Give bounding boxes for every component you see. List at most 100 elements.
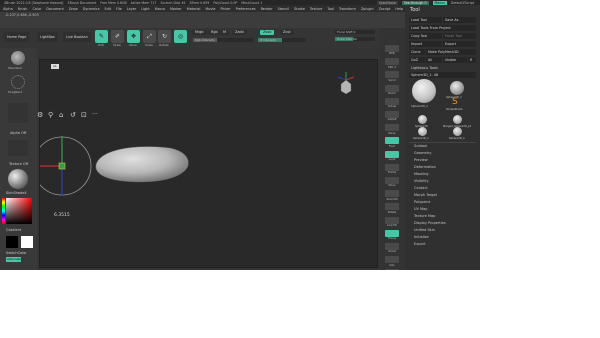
tool-thumb-7[interactable] <box>453 127 462 136</box>
subpalette-deformation[interactable]: Deformation <box>414 165 436 169</box>
rgb-button[interactable]: Rgb <box>208 30 221 35</box>
subpalette-contact[interactable]: Contact <box>414 186 428 190</box>
alternate-button[interactable]: Alternate <box>6 257 21 262</box>
menu-movie[interactable]: Movie <box>205 7 215 11</box>
subpalette-morph-target[interactable]: Morph Target <box>414 193 437 197</box>
paste-tool-button[interactable]: Paste Tool <box>443 33 476 39</box>
menu-texture[interactable]: Texture <box>310 7 322 11</box>
load-tool-button[interactable]: Load Tool <box>409 17 442 23</box>
tool-thumb-6[interactable] <box>418 127 427 136</box>
right-tray-button-floor[interactable] <box>385 137 399 145</box>
tool-thumb-2[interactable] <box>450 81 464 95</box>
menu-draw[interactable]: Draw <box>69 7 78 11</box>
focal-shift-slider[interactable]: Focal Shift 0 <box>335 30 375 34</box>
export-button[interactable]: Export <box>443 41 476 47</box>
menu-stencil[interactable]: Stencil <box>278 7 289 11</box>
right-tray-button-zoom[interactable] <box>385 84 399 92</box>
brush-thumbnail[interactable] <box>11 51 25 65</box>
menu-help[interactable]: Help <box>395 7 403 11</box>
goz-all-button[interactable]: All <box>426 57 442 63</box>
switch-color-button[interactable]: SwitchColor <box>6 251 27 255</box>
tool-thumb-4[interactable] <box>418 115 427 124</box>
subpalette-texture-map[interactable]: Texture Map <box>414 214 435 218</box>
current-tool-slider[interactable]: Sphere3D_1. 48 <box>409 72 476 78</box>
menu-tool[interactable]: Tool <box>327 7 334 11</box>
right-tray-button-local[interactable] <box>385 150 399 158</box>
menu-edit[interactable]: Edit <box>104 7 111 11</box>
right-tray-button-line-fill[interactable] <box>385 216 399 224</box>
quicksave-button[interactable]: QuickSave <box>376 0 398 5</box>
menu-document[interactable]: Document <box>46 7 64 11</box>
menu-file[interactable]: File <box>116 7 122 11</box>
menu-zscript[interactable]: Zscript <box>379 7 391 11</box>
main-color-swatch[interactable] <box>6 236 18 248</box>
menu-render[interactable]: Render <box>261 7 273 11</box>
tool-thumb-5[interactable] <box>453 115 462 124</box>
menu-dynamics[interactable]: Dynamics <box>83 7 100 11</box>
gizmo-reset-icon[interactable]: ↺ <box>70 111 76 119</box>
menu-layer[interactable]: Layer <box>127 7 136 11</box>
goz-visible-button[interactable]: Visible <box>443 57 467 63</box>
right-tray-button-bpr[interactable] <box>385 45 399 52</box>
mrgb-button[interactable]: Mrgb <box>192 30 207 35</box>
zcut-button[interactable]: Zcut <box>280 30 294 35</box>
default-zscript-button[interactable]: DefaultZScript <box>451 1 480 5</box>
menu-stroke[interactable]: Stroke <box>294 7 305 11</box>
z-intensity-slider[interactable]: Z Intensity <box>258 38 306 42</box>
menus-button[interactable]: Menus <box>432 0 447 5</box>
subpalette-unified-skin[interactable]: Unified Skin <box>414 228 435 232</box>
viewport[interactable]: AL ⚙ ⚲ ⌂ ↺ ⊡ ··· 6.3515 <box>37 59 378 268</box>
right-tray-button-move[interactable] <box>385 177 399 184</box>
clone-button[interactable]: Clone <box>409 49 425 55</box>
subpalette-export[interactable]: Export <box>414 242 425 246</box>
menu-marker[interactable]: Marker <box>170 7 182 11</box>
copy-tool-button[interactable]: Copy Tool <box>409 33 442 39</box>
right-tray-button-xpose[interactable] <box>385 269 399 270</box>
right-tray-button-actual[interactable] <box>385 97 399 105</box>
subpalette-masking[interactable]: Masking <box>414 172 428 176</box>
color-picker[interactable] <box>6 198 32 224</box>
menu-transform[interactable]: Transform <box>339 7 356 11</box>
lightbox-button[interactable]: LightBox <box>37 32 58 42</box>
menu-alpha[interactable]: Alpha <box>3 7 13 11</box>
menu-material[interactable]: Material <box>187 7 201 11</box>
gizmo-pin-icon[interactable]: ⚲ <box>48 111 53 119</box>
menu-zplugin[interactable]: Zplugin <box>361 7 374 11</box>
secondary-color-swatch[interactable] <box>21 236 33 248</box>
right-tray-button-rotate[interactable] <box>385 203 399 211</box>
rgb-intensity-slider[interactable]: Rgb Intensity <box>193 38 253 42</box>
hue-strip[interactable] <box>2 198 5 224</box>
tool-thumb-simplebrush-icon[interactable]: S <box>452 97 458 107</box>
texture-thumbnail[interactable] <box>8 140 28 156</box>
subpalette-initialize[interactable]: Initialize <box>414 235 429 239</box>
menu-light[interactable]: Light <box>141 7 149 11</box>
subpalette-polypaint[interactable]: Polypaint <box>414 200 430 204</box>
subpalette-subtool[interactable]: Subtool <box>414 144 427 148</box>
move-button[interactable]: ✥ <box>127 30 140 43</box>
m-button[interactable]: M <box>220 30 229 35</box>
home-page-button[interactable]: Home Page <box>4 32 30 42</box>
right-tray-button-solo[interactable] <box>385 256 399 264</box>
alpha-thumbnail[interactable] <box>8 103 28 123</box>
right-tray-button-ghost[interactable] <box>385 243 399 250</box>
make-polymesh-button[interactable]: Make PolyMesh3D <box>426 49 476 55</box>
right-tray-button-persp[interactable] <box>385 124 399 132</box>
see-through-slider[interactable]: See-through 0 <box>401 0 429 5</box>
subpalette-uv-map[interactable]: UV Map <box>414 207 427 211</box>
menu-macro[interactable]: Macro <box>155 7 165 11</box>
live-boolean-button[interactable]: Live Boolean <box>63 32 91 42</box>
stroke-thumbnail[interactable] <box>11 75 25 89</box>
rotate-button[interactable]: ↻ <box>158 30 171 43</box>
polyf-button[interactable]: ◎ <box>174 30 187 43</box>
draw-button[interactable]: ✐ <box>111 30 124 43</box>
draw-size-slider[interactable]: Draw Size 64 <box>335 37 375 41</box>
gizmo-more-icon[interactable]: ··· <box>92 111 98 118</box>
scale-button[interactable]: ⤢ <box>143 30 156 43</box>
right-tray-button-spix-3[interactable] <box>385 58 399 66</box>
lightbox-tools-button[interactable]: Lightbox ▸ Tools <box>409 65 476 71</box>
subpalette-visibility[interactable]: Visibility <box>414 179 429 183</box>
edit-button[interactable]: ✎ <box>95 30 108 43</box>
goz-button[interactable]: GoZ <box>409 57 425 63</box>
goz-r-button[interactable]: R <box>468 57 476 63</box>
material-thumbnail[interactable] <box>8 169 28 189</box>
